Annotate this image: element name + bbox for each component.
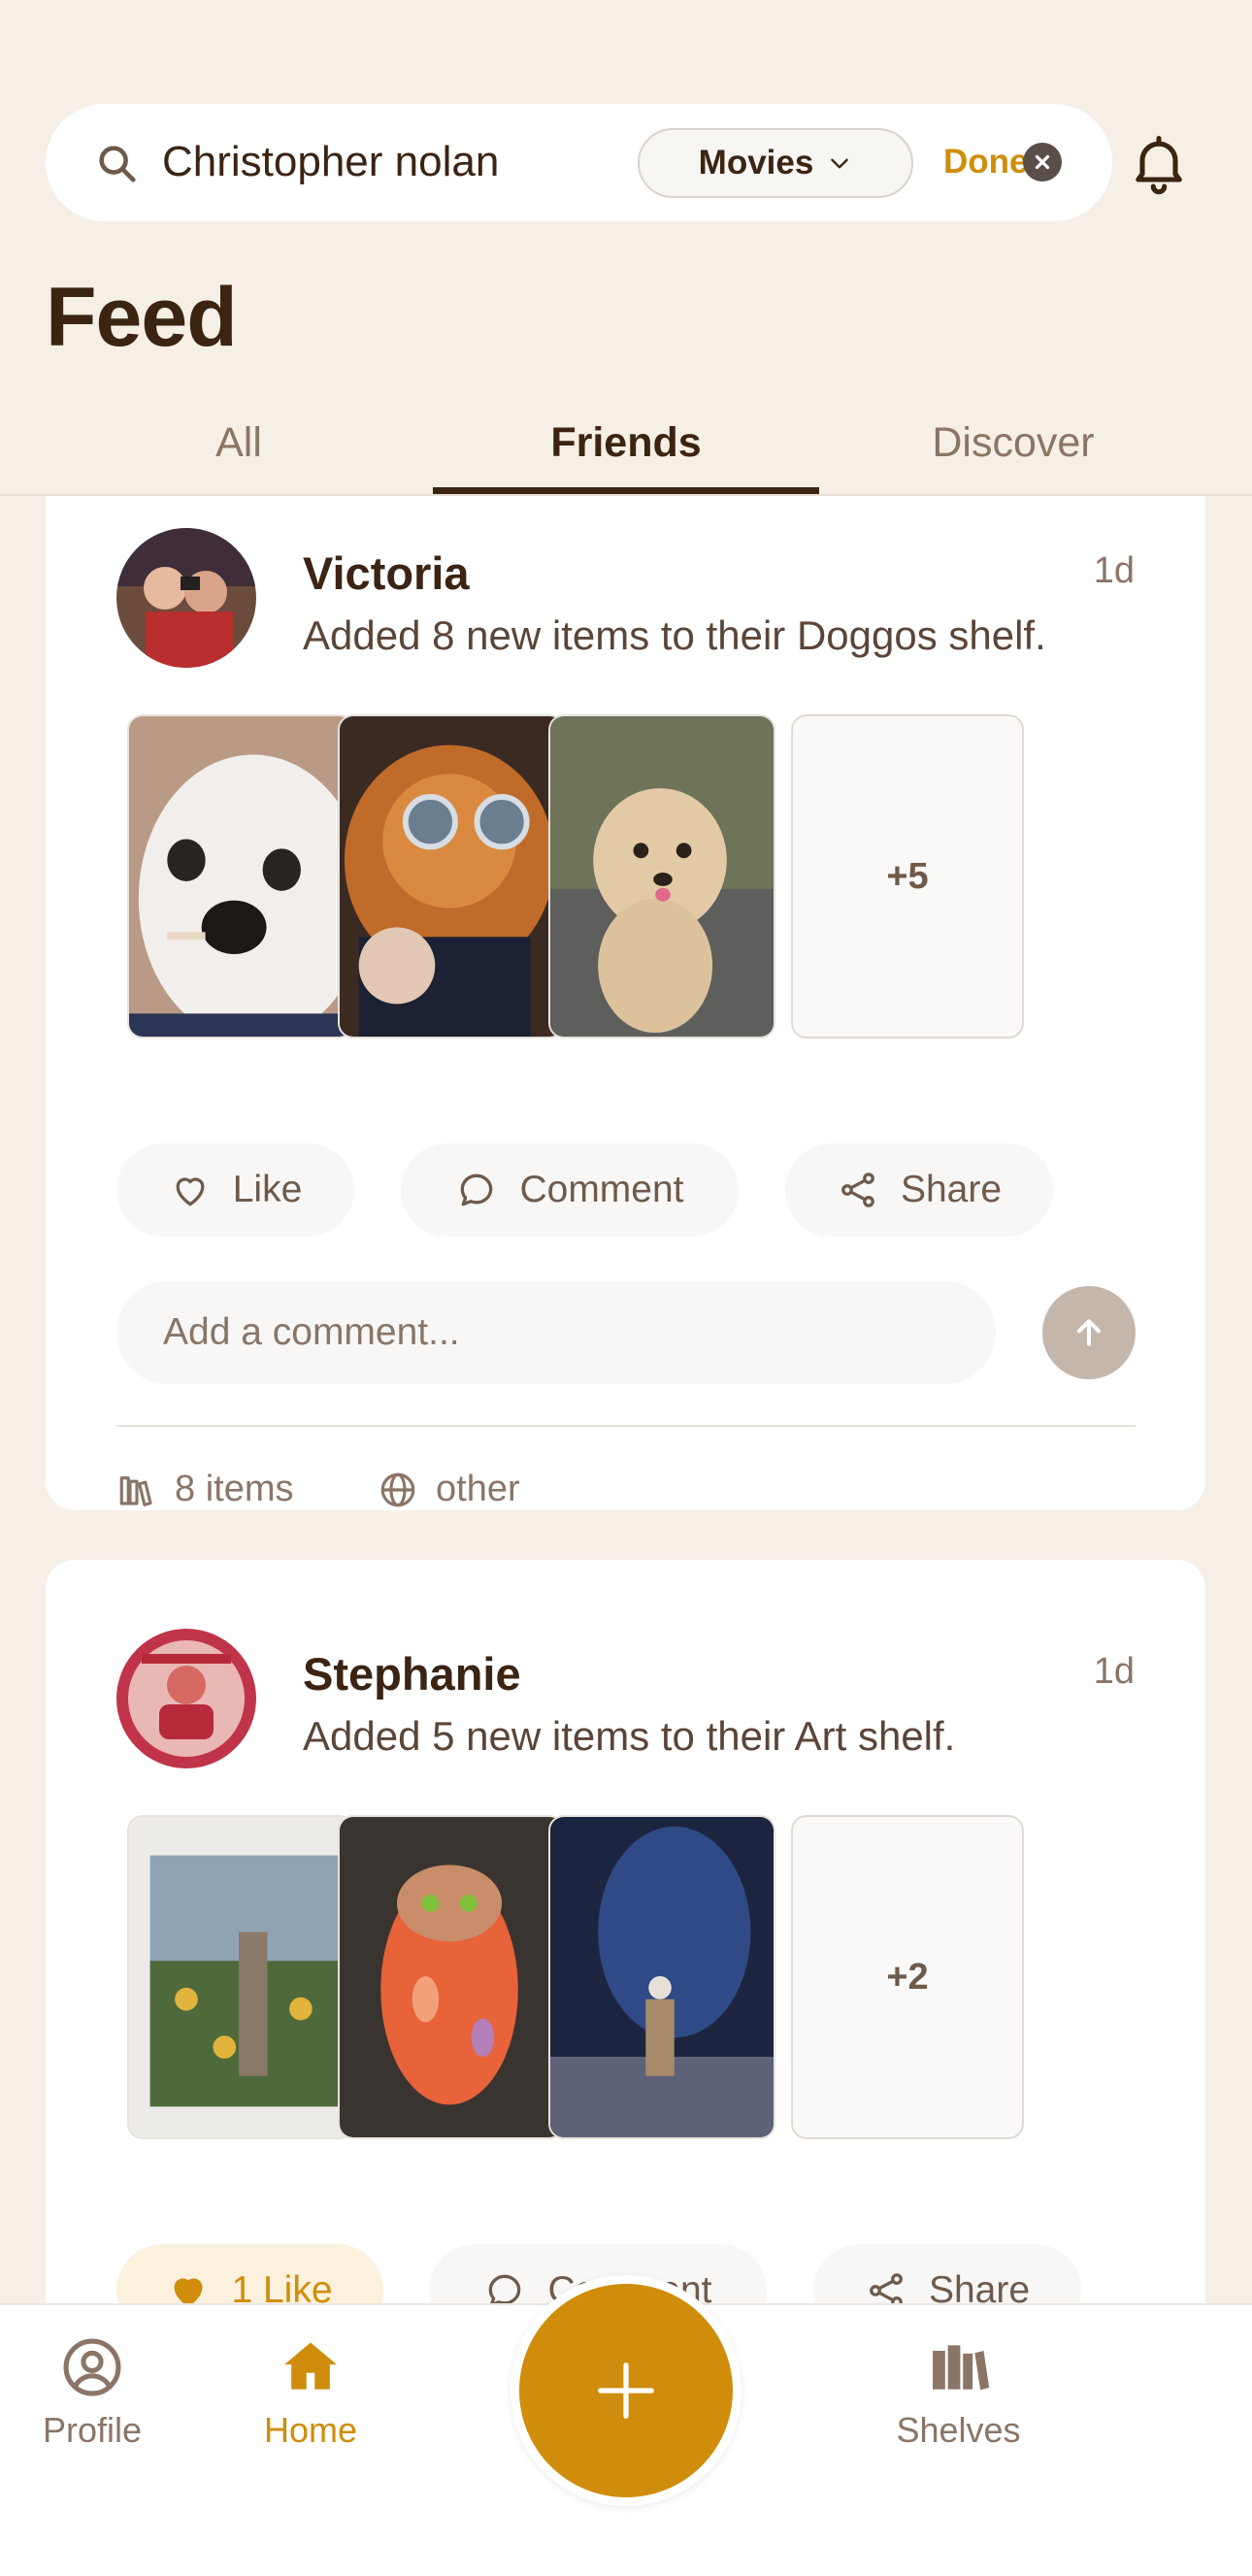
comment-bubble-icon — [489, 2274, 521, 2303]
search-bar: Movies Done — [46, 104, 1112, 221]
active-tab-indicator — [433, 487, 819, 494]
done-button[interactable]: Done — [943, 133, 1029, 191]
feed-tabs: All Friends Discover — [0, 388, 1252, 497]
post-timestamp: 1d — [1093, 1651, 1135, 1692]
shelves-icon — [932, 2345, 989, 2391]
item-thumbnail[interactable] — [548, 714, 775, 1039]
nav-profile-label: Profile — [42, 2410, 143, 2450]
post-activity-text: Added 8 new items to their Doggos shelf. — [303, 612, 1046, 658]
like-button[interactable]: 1 Like — [116, 2244, 383, 2303]
tab-all[interactable]: All — [46, 388, 432, 497]
item-thumbnail[interactable] — [127, 1815, 354, 2139]
feed-list[interactable]: Victoria 1d Added 8 new items to their D… — [0, 496, 1252, 2303]
share-button[interactable]: Share — [813, 2244, 1081, 2303]
avatar[interactable] — [116, 528, 256, 668]
visibility-label: other — [436, 1469, 520, 1509]
item-count: 8 items — [116, 1469, 293, 1510]
tab-friends[interactable]: Friends — [433, 388, 819, 497]
category-filter-dropdown[interactable]: Movies — [638, 128, 913, 198]
home-icon — [284, 2342, 337, 2390]
share-button[interactable]: Share — [785, 1143, 1053, 1237]
post-author[interactable]: Victoria — [303, 546, 470, 600]
nav-home[interactable]: Home — [252, 2334, 369, 2451]
more-items-tile[interactable]: +5 — [791, 714, 1024, 1039]
feed-post: Victoria 1d Added 8 new items to their D… — [46, 496, 1205, 1510]
tab-discover[interactable]: Discover — [820, 388, 1206, 497]
item-thumbnail[interactable] — [338, 714, 565, 1039]
like-button[interactable]: Like — [116, 1143, 354, 1237]
profile-icon — [63, 2338, 121, 2396]
feed-post: Stephanie 1d Added 5 new items to their … — [46, 1560, 1205, 2303]
arrow-up-icon — [1077, 1319, 1101, 1346]
comment-bubble-icon — [461, 1173, 493, 1206]
like-label: 1 Like — [231, 2269, 333, 2303]
page-title: Feed — [46, 271, 238, 364]
heart-icon — [176, 1177, 205, 1206]
category-filter-label: Movies — [698, 144, 814, 182]
share-label: Share — [928, 2269, 1031, 2303]
item-thumbnail[interactable] — [338, 1815, 565, 2139]
shelf-preview[interactable]: +2 — [127, 1815, 1024, 2139]
heart-filled-icon — [174, 2278, 203, 2303]
shelf-preview[interactable]: +5 — [127, 714, 1024, 1039]
item-thumbnail[interactable] — [548, 1815, 775, 2139]
post-activity-text: Added 5 new items to their Art shelf. — [303, 1713, 956, 1759]
more-items-tile[interactable]: +2 — [791, 1815, 1024, 2139]
nav-home-label: Home — [263, 2410, 358, 2450]
like-label: Like — [232, 1169, 303, 1210]
item-count-label: 8 items — [175, 1469, 294, 1509]
chevron-down-icon — [831, 158, 849, 169]
nav-shelves-label: Shelves — [896, 2410, 1021, 2450]
avatar[interactable] — [116, 1629, 256, 1768]
comment-label: Comment — [519, 1169, 684, 1210]
search-input[interactable] — [162, 133, 550, 191]
comment-input[interactable] — [116, 1281, 996, 1384]
post-author[interactable]: Stephanie — [303, 1647, 521, 1701]
globe-icon — [380, 1472, 415, 1506]
card-divider — [116, 1425, 1136, 1427]
notification-bell-icon[interactable] — [1126, 126, 1192, 200]
share-label: Share — [900, 1169, 1003, 1210]
nav-shelves[interactable]: Shelves — [888, 2334, 1029, 2451]
share-icon — [870, 2273, 903, 2303]
plus-icon — [598, 2362, 654, 2419]
post-timestamp: 1d — [1093, 550, 1135, 591]
share-icon — [841, 1172, 874, 1207]
shelf-books-icon — [119, 1475, 152, 1506]
visibility: other — [378, 1469, 520, 1510]
nav-profile[interactable]: Profile — [39, 2334, 146, 2451]
search-icon — [99, 146, 136, 182]
clear-search-icon[interactable] — [1023, 143, 1062, 182]
comment-button[interactable]: Comment — [401, 1143, 739, 1237]
item-thumbnail[interactable] — [127, 714, 354, 1039]
send-comment-button[interactable] — [1042, 1286, 1136, 1379]
add-item-button[interactable] — [519, 2284, 733, 2497]
